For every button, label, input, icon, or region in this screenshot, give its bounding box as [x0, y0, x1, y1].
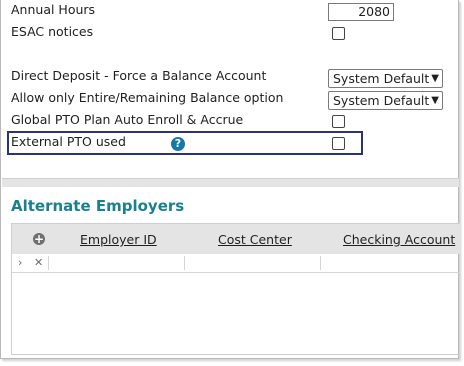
checking-account-cell[interactable]	[320, 256, 461, 270]
grid-header: + Employer ID Cost Center Checking Accou…	[12, 224, 460, 254]
external-pto-label: External PTO used	[11, 134, 126, 149]
global-pto-checkbox[interactable]	[332, 115, 345, 128]
delete-row-icon[interactable]: ✕	[34, 256, 43, 270]
external-pto-checkbox[interactable]	[332, 137, 345, 150]
column-employer-id[interactable]: Employer ID	[80, 232, 157, 247]
direct-deposit-selected: System Default	[333, 71, 430, 86]
alternate-employers-grid: + Employer ID Cost Center Checking Accou…	[11, 223, 460, 355]
table-row: › ✕	[12, 254, 460, 273]
esac-notices-label: ESAC notices	[11, 24, 94, 39]
chevron-down-icon: ▼	[431, 95, 439, 106]
settings-panel: Annual Hours 2080 ESAC notices Direct De…	[0, 0, 460, 359]
entire-remaining-label: Allow only Entire/Remaining Balance opti…	[11, 90, 284, 105]
employer-id-cell[interactable]	[48, 256, 184, 270]
direct-deposit-label: Direct Deposit - Force a Balance Account	[11, 68, 267, 83]
direct-deposit-select[interactable]: System Default ▼	[328, 69, 443, 88]
entire-remaining-selected: System Default	[333, 93, 430, 108]
column-checking-account[interactable]: Checking Account	[343, 232, 455, 247]
alternate-employers-title: Alternate Employers	[11, 197, 185, 215]
cost-center-cell[interactable]	[184, 256, 320, 270]
annual-hours-label: Annual Hours	[11, 2, 96, 17]
annual-hours-input[interactable]: 2080	[328, 3, 394, 21]
expand-row-icon[interactable]: ›	[18, 256, 22, 270]
help-icon[interactable]: ?	[171, 137, 185, 151]
global-pto-label: Global PTO Plan Auto Enroll & Accrue	[11, 112, 244, 127]
esac-notices-checkbox[interactable]	[332, 27, 345, 40]
column-cost-center[interactable]: Cost Center	[218, 232, 292, 247]
entire-remaining-select[interactable]: System Default ▼	[328, 91, 443, 110]
add-icon[interactable]: +	[33, 233, 45, 245]
chevron-down-icon: ▼	[431, 73, 439, 84]
section-separator	[2, 178, 459, 187]
